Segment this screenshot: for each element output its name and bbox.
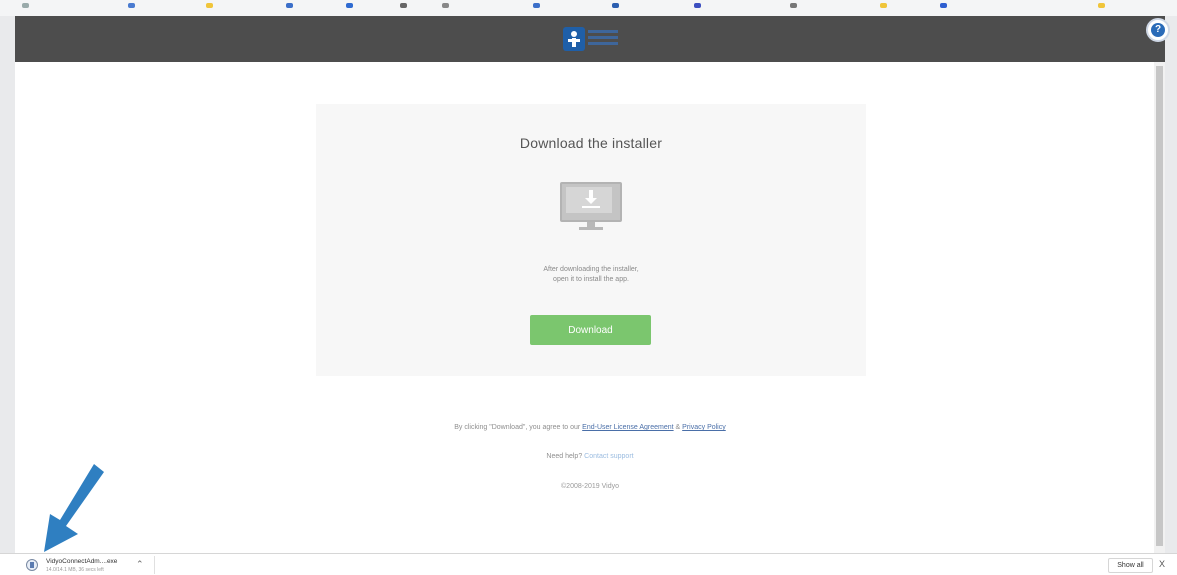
card-desc-line-1: After downloading the installer,: [543, 266, 639, 273]
bookmark-icon[interactable]: [694, 3, 701, 8]
legal-prefix: By clicking "Download", you agree to our: [454, 424, 583, 431]
download-shelf: VidyoConnectAdm....exe 14.0/14.1 MB, 36 …: [0, 553, 1177, 575]
bookmark-icon[interactable]: [612, 3, 619, 8]
vidyo-logo[interactable]: [563, 27, 623, 53]
legal-text: By clicking "Download", you agree to our…: [15, 424, 1165, 431]
help-chat-icon[interactable]: ?: [1146, 18, 1170, 42]
bookmark-strip: [0, 0, 1177, 16]
bookmark-icon[interactable]: [128, 3, 135, 8]
file-icon: [26, 559, 38, 571]
privacy-policy-link[interactable]: Privacy Policy: [682, 424, 726, 431]
card-title: Download the installer: [519, 135, 663, 151]
download-button[interactable]: Download: [530, 315, 651, 345]
chevron-up-icon[interactable]: ⌃: [136, 559, 144, 570]
scrollbar-thumb[interactable]: [1156, 66, 1163, 546]
bookmark-icon[interactable]: [286, 3, 293, 8]
card-desc-line-2: open it to install the app.: [553, 276, 629, 283]
installer-card: Download the installer After downloading…: [316, 104, 866, 376]
help-text: Need help? Contact support: [15, 453, 1165, 460]
bookmark-icon[interactable]: [442, 3, 449, 8]
close-icon[interactable]: X: [1159, 559, 1165, 569]
download-item[interactable]: VidyoConnectAdm....exe 14.0/14.1 MB, 36 …: [22, 556, 155, 574]
bookmark-icon[interactable]: [346, 3, 353, 8]
help-prefix: Need help?: [546, 453, 585, 460]
show-all-button[interactable]: Show all: [1108, 558, 1153, 573]
copyright: ©2008-2019 Vidyo: [561, 483, 619, 490]
contact-support-link[interactable]: Contact support: [584, 453, 633, 460]
question-mark-icon: ?: [1151, 23, 1165, 37]
bookmark-icon[interactable]: [790, 3, 797, 8]
logo-mark-icon: [563, 27, 585, 51]
card-description: After downloading the installer, open it…: [491, 265, 691, 285]
bookmark-icon[interactable]: [940, 3, 947, 8]
web-page: Download the installer After downloading…: [15, 16, 1165, 553]
legal-and: &: [673, 424, 683, 431]
download-file-name: VidyoConnectAdm....exe: [46, 558, 118, 565]
bookmark-icon[interactable]: [22, 3, 29, 8]
monitor-download-icon: [560, 182, 622, 232]
bookmark-icon[interactable]: [1098, 3, 1105, 8]
logo-wordmark: [588, 30, 618, 48]
download-file-status: 14.0/14.1 MB, 36 secs left: [46, 567, 104, 573]
bookmark-icon[interactable]: [400, 3, 407, 8]
site-header: [15, 16, 1165, 62]
bookmark-icon[interactable]: [533, 3, 540, 8]
eula-link[interactable]: End-User License Agreement: [582, 424, 673, 431]
annotation-arrow: [44, 464, 104, 552]
bookmark-icon[interactable]: [880, 3, 887, 8]
bookmark-icon[interactable]: [206, 3, 213, 8]
